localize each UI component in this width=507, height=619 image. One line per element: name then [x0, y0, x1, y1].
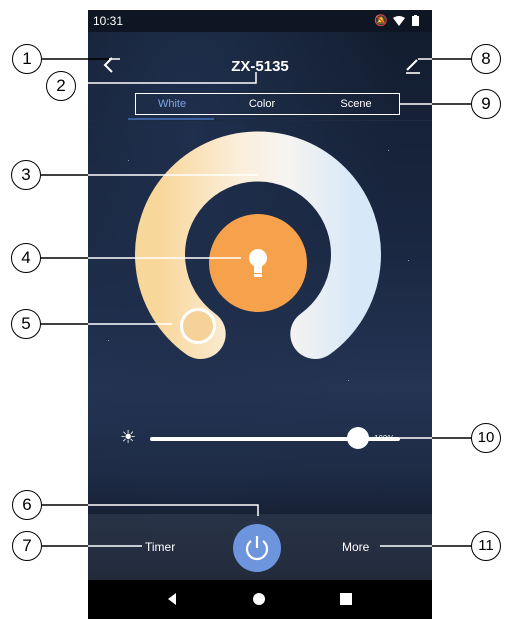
- callout-4: 4: [11, 243, 41, 273]
- leader-6-inner: [88, 504, 259, 516]
- callout-11: 11: [471, 531, 501, 561]
- callout-5: 5: [11, 309, 41, 339]
- callout-7: 7: [12, 531, 42, 561]
- callout-2: 2: [46, 71, 76, 101]
- callout-9: 9: [471, 89, 501, 119]
- callout-10: 10: [471, 423, 501, 453]
- callout-8: 8: [471, 44, 501, 74]
- callout-3: 3: [11, 160, 41, 190]
- callout-6: 6: [12, 490, 42, 520]
- leader-2: [76, 72, 257, 84]
- callout-1: 1: [12, 44, 42, 74]
- callout-leader-lines: [41, 58, 471, 547]
